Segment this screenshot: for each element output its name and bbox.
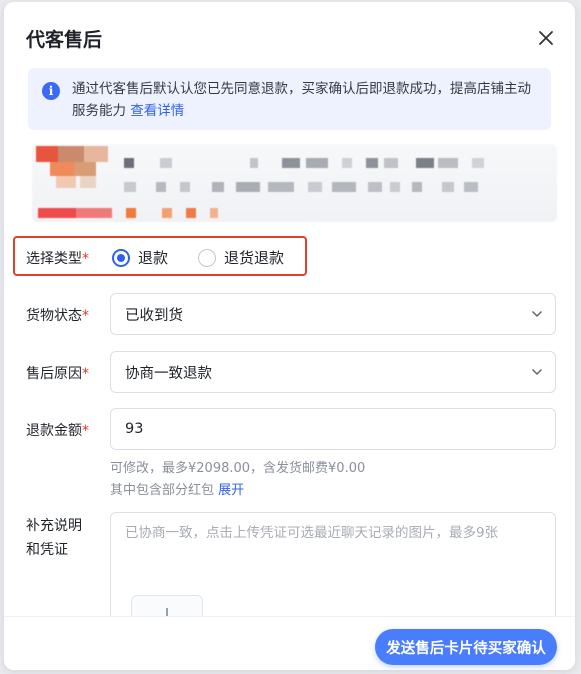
product-card-blurred — [32, 144, 557, 222]
refund-amount-input[interactable]: 93 — [110, 408, 556, 450]
amount-hint-redpacket: 其中包含部分红包 展开 — [110, 483, 245, 498]
radio-checked-icon — [112, 248, 130, 267]
radio-return-refund[interactable]: 退货退款 — [198, 247, 284, 268]
radio-unchecked-icon — [198, 248, 216, 267]
reason-select[interactable]: 协商一致退款 — [110, 351, 556, 393]
goods-status-select[interactable]: 已收到货 — [110, 293, 556, 335]
reason-label: 售后原因* — [26, 366, 89, 382]
chevron-down-icon — [531, 310, 543, 318]
dialog-title: 代客售后 — [26, 29, 103, 51]
radio-refund[interactable]: 退款 — [112, 247, 168, 268]
send-card-button[interactable]: 发送售后卡片待买家确认 — [375, 629, 557, 665]
after-sale-dialog: 代客售后 i 通过代客售后默认认您已先同意退款，买家确认后即退款成功，提高店铺主… — [4, 2, 575, 670]
info-icon: i — [42, 82, 60, 100]
goods-status-label: 货物状态* — [26, 308, 89, 324]
notice-banner: i 通过代客售后默认认您已先同意退款，买家确认后即退款成功，提高店铺主动服务能力… — [28, 68, 551, 130]
amount-label: 退款金额* — [26, 423, 89, 439]
view-details-link[interactable]: 查看详情 — [130, 103, 184, 119]
close-icon[interactable] — [534, 26, 558, 50]
expand-link[interactable]: 展开 — [218, 483, 244, 498]
note-placeholder: 已协商一致，点击上传凭证可选最近聊天记录的图片，最多9张 — [125, 525, 499, 541]
type-label: 选择类型* — [26, 251, 89, 267]
amount-hint: 可修改，最多¥2098.00，含发货邮费¥0.00 — [110, 461, 366, 476]
dialog-footer: 发送售后卡片待买家确认 — [4, 616, 575, 670]
note-textarea[interactable]: 已协商一致，点击上传凭证可选最近聊天记录的图片，最多9张 — [110, 512, 556, 667]
chevron-down-icon — [531, 368, 543, 376]
note-label: 补充说明 和凭证 — [26, 518, 82, 558]
